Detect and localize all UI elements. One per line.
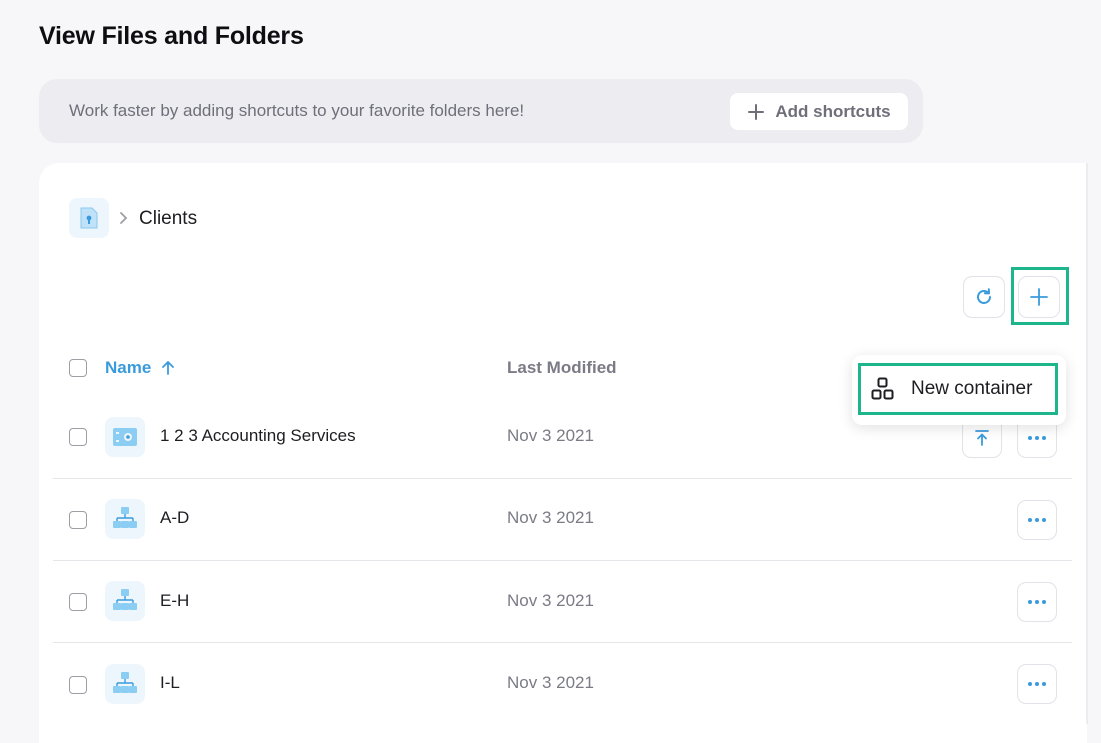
row-date: Nov 3 2021: [507, 673, 594, 692]
row-name[interactable]: E-H: [160, 591, 189, 611]
container-icon: [105, 499, 145, 539]
page-title: View Files and Folders: [39, 22, 304, 50]
more-icon: [1028, 436, 1046, 440]
row-divider: [53, 560, 1072, 561]
add-dropdown-menu: New container: [852, 355, 1066, 425]
refresh-icon: [977, 288, 991, 304]
more-icon: [1028, 518, 1046, 522]
add-shortcuts-label: Add shortcuts: [775, 101, 891, 121]
add-shortcuts-button[interactable]: Add shortcuts: [730, 93, 908, 130]
row-checkbox[interactable]: [69, 593, 87, 611]
row-date: Nov 3 2021: [507, 426, 594, 445]
add-button-highlight: [1011, 267, 1069, 325]
panel-divider: [1086, 163, 1088, 724]
row-checkbox[interactable]: [69, 511, 87, 529]
more-options-button[interactable]: [1017, 500, 1057, 540]
container-grid-icon: [871, 377, 894, 400]
name-column-header[interactable]: Name: [105, 358, 175, 378]
row-date: Nov 3 2021: [507, 508, 594, 527]
row-name[interactable]: I-L: [160, 673, 180, 693]
more-options-button[interactable]: [1017, 664, 1057, 704]
upload-icon: [975, 430, 989, 446]
container-icon: [105, 664, 145, 704]
breadcrumb-current[interactable]: Clients: [139, 208, 197, 230]
shortcut-bar: Work faster by adding shortcuts to your …: [39, 79, 923, 143]
name-column-label: Name: [105, 358, 152, 377]
breadcrumb-home[interactable]: [69, 198, 109, 238]
row-checkbox[interactable]: [69, 676, 87, 694]
file-browser-panel: [39, 163, 1087, 743]
row-checkbox[interactable]: [69, 428, 87, 446]
refresh-button[interactable]: [963, 276, 1005, 318]
new-container-label: New container: [911, 378, 1033, 399]
plus-icon: [748, 103, 765, 120]
row-divider: [53, 478, 1072, 479]
row-date: Nov 3 2021: [507, 591, 594, 610]
modified-column-header[interactable]: Last Modified: [507, 358, 617, 378]
folder-lock-icon: [80, 207, 98, 229]
safe-icon: [105, 417, 145, 457]
row-name[interactable]: 1 2 3 Accounting Services: [160, 426, 356, 446]
select-all-checkbox[interactable]: [69, 359, 87, 377]
row-divider: [53, 642, 1072, 643]
more-icon: [1028, 682, 1046, 686]
more-icon: [1028, 600, 1046, 604]
row-name[interactable]: A-D: [160, 508, 189, 528]
chevron-right-icon: [120, 212, 128, 224]
more-options-button[interactable]: [1017, 582, 1057, 622]
new-container-menu-item[interactable]: New container: [858, 363, 1058, 415]
shortcut-hint: Work faster by adding shortcuts to your …: [69, 101, 525, 120]
container-icon: [105, 581, 145, 621]
arrow-up-icon: [162, 361, 175, 375]
